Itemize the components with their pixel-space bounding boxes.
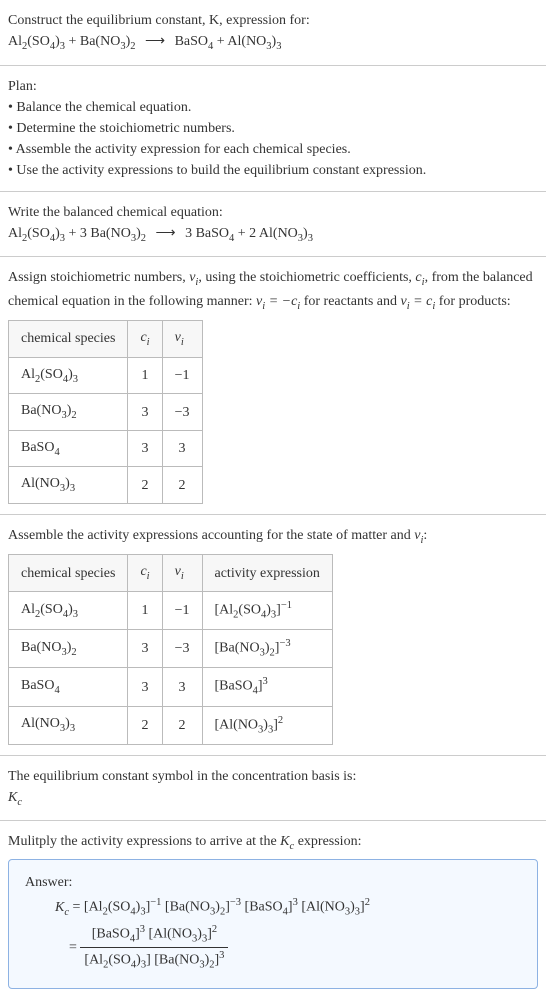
activity-intro: Assemble the activity expressions accoun… <box>8 525 538 549</box>
problem-equation: Al2(SO4)3 + Ba(NO3)2 ⟶ BaSO4 + Al(NO3)3 <box>8 31 538 55</box>
answer-line1: Kc = [Al2(SO4)3]−1 [Ba(NO3)2]−3 [BaSO4]3… <box>55 895 521 920</box>
cell-species: BaSO4 <box>9 668 128 706</box>
table-header-row: chemical species ci νi <box>9 321 203 358</box>
cell-ci: 3 <box>128 668 162 706</box>
plan-title: Plan: <box>8 76 538 97</box>
cell-ci: 3 <box>128 630 162 668</box>
cell-ci: 2 <box>128 467 162 504</box>
stoich-intro-end: for products: <box>435 294 510 309</box>
cell-species: Al(NO3)3 <box>9 706 128 744</box>
answer-content: Kc = [Al2(SO4)3]−1 [Ba(NO3)2]−3 [BaSO4]3… <box>25 895 521 974</box>
col-species: chemical species <box>9 555 128 592</box>
table-row: Al2(SO4)3 1 −1 <box>9 357 203 394</box>
cell-nui: 3 <box>162 430 202 467</box>
plan-bullet-1-text: Balance the chemical equation. <box>16 100 191 115</box>
table-row: BaSO4 3 3 <box>9 430 203 467</box>
cell-nui: −3 <box>162 630 202 668</box>
problem-text: Construct the equilibrium constant, K, e… <box>8 13 310 28</box>
table-row: Al2(SO4)3 1 −1 [Al2(SO4)3]−1 <box>9 592 333 630</box>
cell-species: BaSO4 <box>9 430 128 467</box>
col-ci: ci <box>128 555 162 592</box>
stoich-intro-mid1: , using the stoichiometric coefficients, <box>198 270 415 285</box>
col-nui: νi <box>162 555 202 592</box>
symbol-line: The equilibrium constant symbol in the c… <box>8 766 538 787</box>
cell-species: Ba(NO3)2 <box>9 394 128 431</box>
table-row: BaSO4 3 3 [BaSO4]3 <box>9 668 333 706</box>
cell-species: Al(NO3)3 <box>9 467 128 504</box>
problem-line1: Construct the equilibrium constant, K, e… <box>8 10 538 31</box>
plan-bullet-2: • Determine the stoichiometric numbers. <box>8 118 538 139</box>
balanced-section: Write the balanced chemical equation: Al… <box>0 192 546 258</box>
plan-bullet-1: • Balance the chemical equation. <box>8 97 538 118</box>
stoich-intro: Assign stoichiometric numbers, νi, using… <box>8 267 538 314</box>
cell-ci: 2 <box>128 706 162 744</box>
cell-activity: [Ba(NO3)2]−3 <box>202 630 332 668</box>
cell-nui: −1 <box>162 357 202 394</box>
stoich-table: chemical species ci νi Al2(SO4)3 1 −1 Ba… <box>8 320 203 504</box>
balanced-title: Write the balanced chemical equation: <box>8 202 538 223</box>
plan-bullet-4: • Use the activity expressions to build … <box>8 160 538 181</box>
answer-label: Answer: <box>25 872 521 893</box>
table-row: Al(NO3)3 2 2 <box>9 467 203 504</box>
col-ci: ci <box>128 321 162 358</box>
table-row: Ba(NO3)2 3 −3 <box>9 394 203 431</box>
symbol-section: The equilibrium constant symbol in the c… <box>0 756 546 822</box>
cell-nui: −1 <box>162 592 202 630</box>
stoich-intro-pre: Assign stoichiometric numbers, <box>8 270 189 285</box>
activity-table: chemical species ci νi activity expressi… <box>8 554 333 744</box>
cell-species: Al2(SO4)3 <box>9 592 128 630</box>
col-species: chemical species <box>9 321 128 358</box>
plan-bullet-3-text: Assemble the activity expression for eac… <box>16 142 351 157</box>
cell-species: Al2(SO4)3 <box>9 357 128 394</box>
cell-nui: 2 <box>162 467 202 504</box>
cell-nui: −3 <box>162 394 202 431</box>
cell-activity: [Al2(SO4)3]−1 <box>202 592 332 630</box>
stoich-section: Assign stoichiometric numbers, νi , using… <box>0 257 546 515</box>
cell-species: Ba(NO3)2 <box>9 630 128 668</box>
answer-line2: = [BaSO4]3 [Al(NO3)3]2 [Al2(SO4)3] [Ba(N… <box>55 922 521 973</box>
cell-ci: 3 <box>128 430 162 467</box>
cell-nui: 3 <box>162 668 202 706</box>
multiply-line: Mulitply the activity expressions to arr… <box>8 831 538 855</box>
problem-header: Construct the equilibrium constant, K, e… <box>0 0 546 66</box>
cell-ci: 1 <box>128 357 162 394</box>
balanced-equation: Al2(SO4)3 + 3 Ba(NO3)2 ⟶ 3 BaSO4 + 2 Al(… <box>8 223 538 247</box>
col-nui: νi <box>162 321 202 358</box>
cell-ci: 1 <box>128 592 162 630</box>
symbol-kc: Kc <box>8 787 538 811</box>
multiply-section: Mulitply the activity expressions to arr… <box>0 821 546 998</box>
table-row: Al(NO3)3 2 2 [Al(NO3)3]2 <box>9 706 333 744</box>
plan-bullet-3: • Assemble the activity expression for e… <box>8 139 538 160</box>
col-activity: activity expression <box>202 555 332 592</box>
table-row: Ba(NO3)2 3 −3 [Ba(NO3)2]−3 <box>9 630 333 668</box>
activity-section: Assemble the activity expressions accoun… <box>0 515 546 756</box>
stoich-intro-mid3: for reactants and <box>300 294 400 309</box>
plan-bullet-4-text: Use the activity expressions to build th… <box>16 163 426 178</box>
plan-bullet-2-text: Determine the stoichiometric numbers. <box>16 121 235 136</box>
cell-ci: 3 <box>128 394 162 431</box>
cell-nui: 2 <box>162 706 202 744</box>
plan-section: Plan: • Balance the chemical equation. •… <box>0 66 546 192</box>
cell-activity: [BaSO4]3 <box>202 668 332 706</box>
table-header-row: chemical species ci νi activity expressi… <box>9 555 333 592</box>
cell-activity: [Al(NO3)3]2 <box>202 706 332 744</box>
answer-box: Answer: Kc = [Al2(SO4)3]−1 [Ba(NO3)2]−3 … <box>8 859 538 989</box>
